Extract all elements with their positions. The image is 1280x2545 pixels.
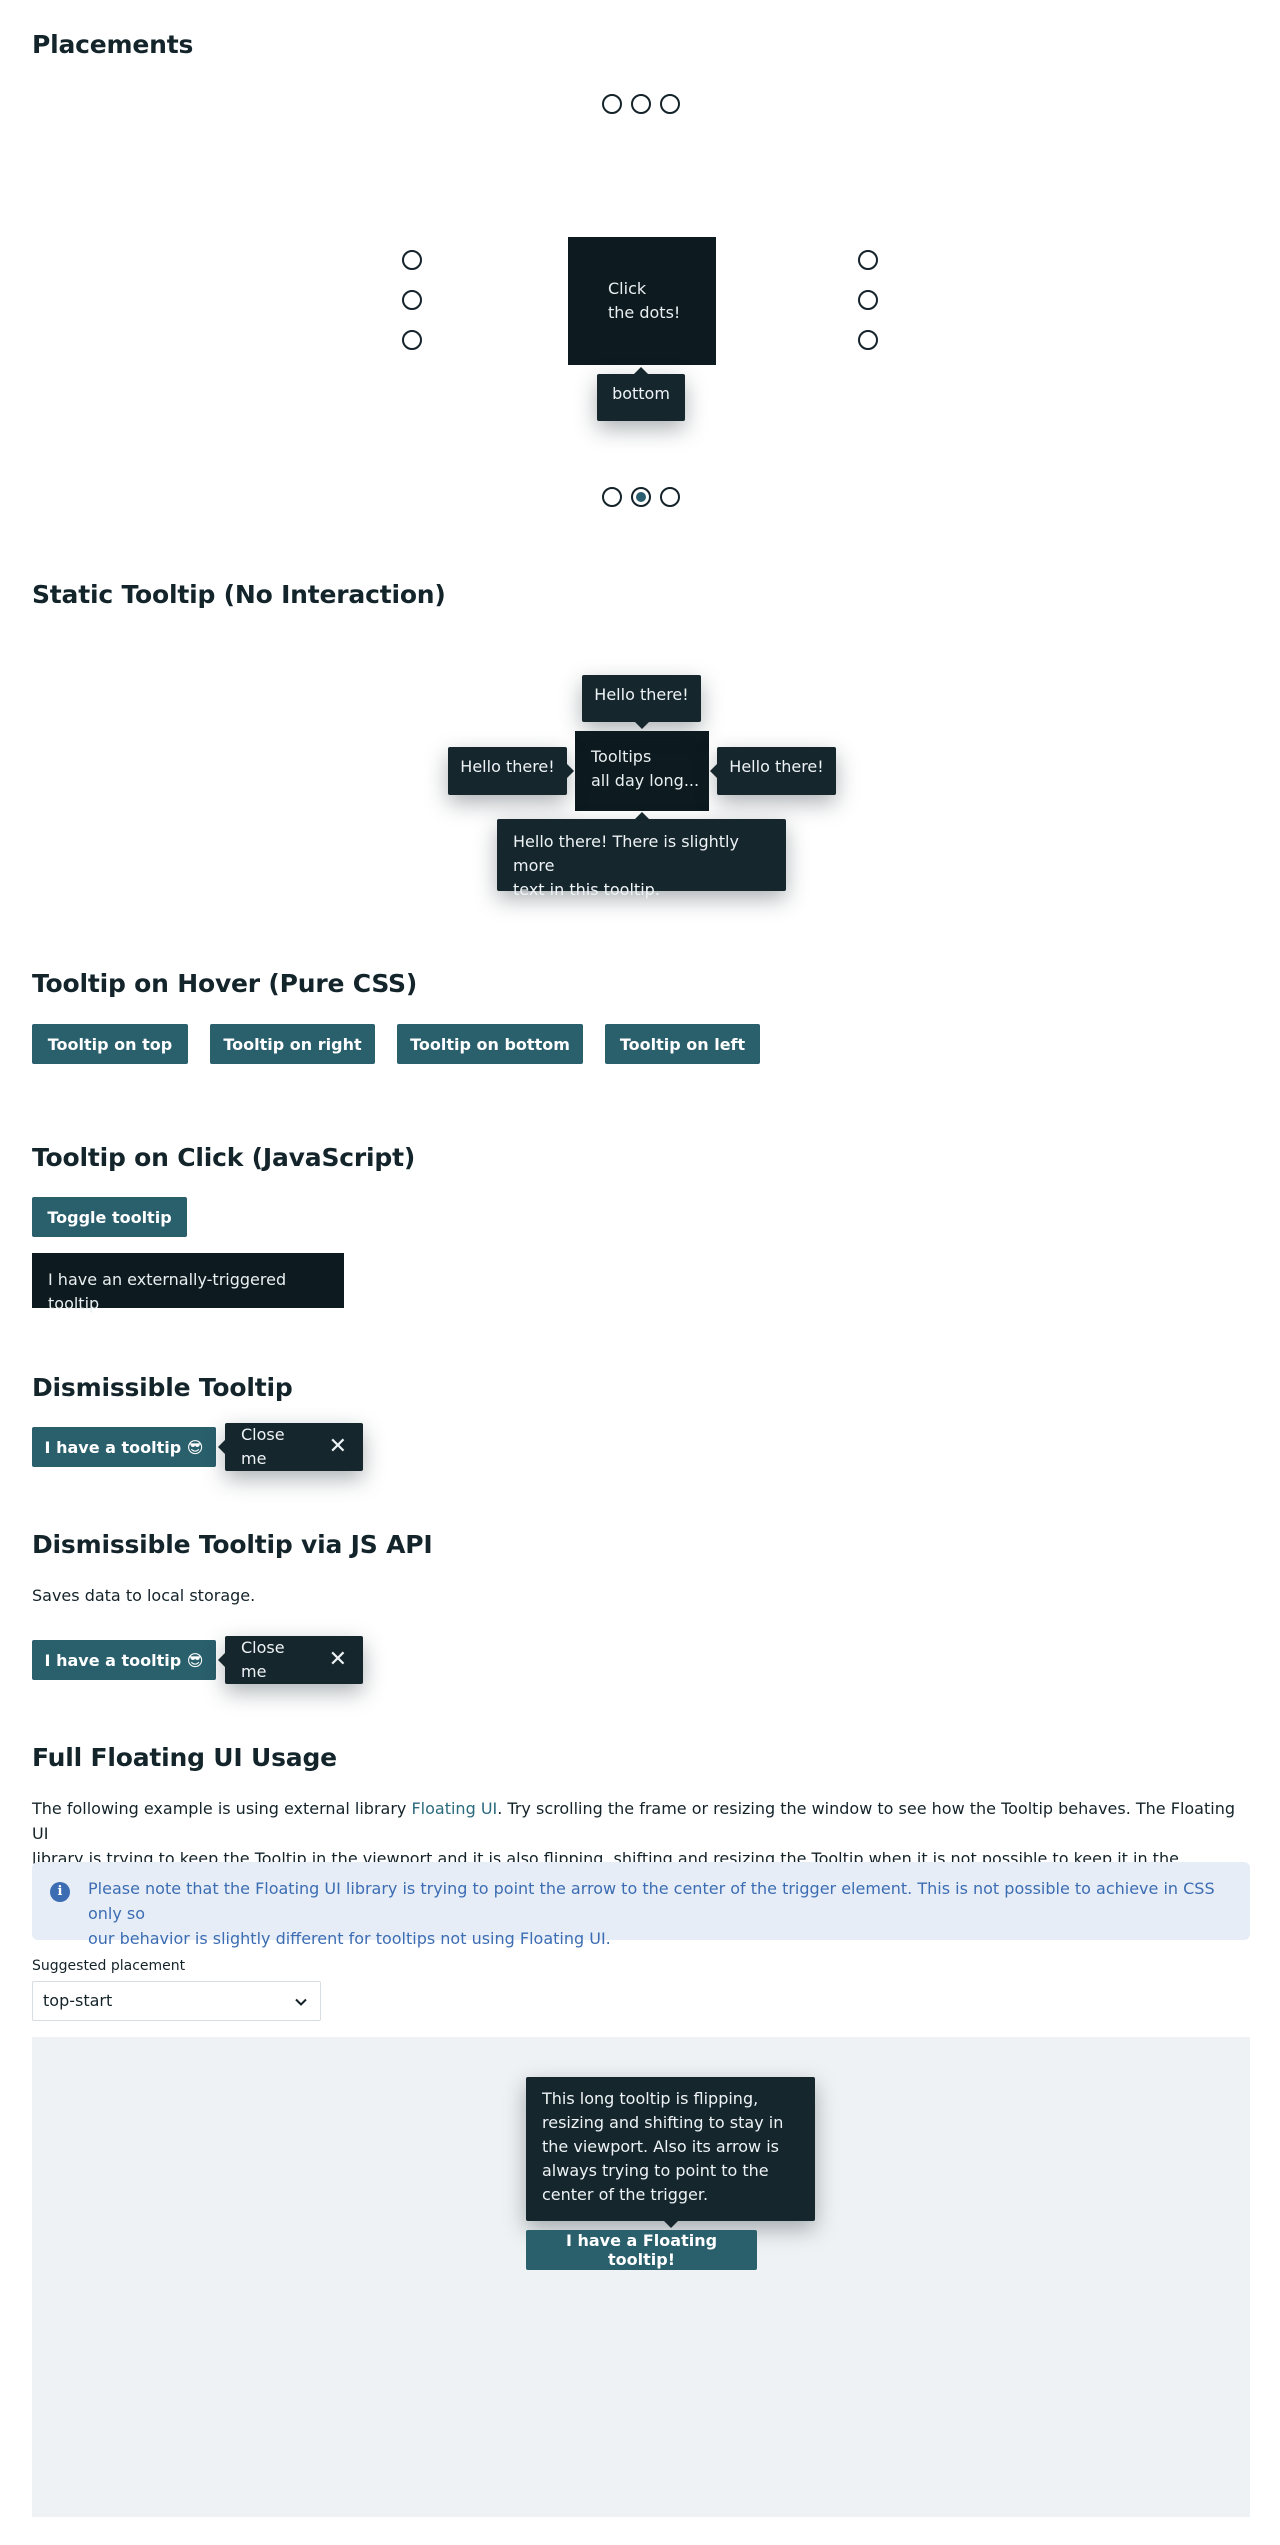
dismissible-js-trigger-button[interactable]: I have a tooltip 😎: [32, 1640, 216, 1680]
tooltip-top-button[interactable]: Tooltip on top: [32, 1024, 188, 1064]
dismissible-tooltip-text: Close me: [241, 1425, 285, 1468]
placements-tooltip: bottom: [597, 367, 685, 421]
radio-bottom-start[interactable]: [602, 487, 622, 507]
static-tooltip-right: Hello there!: [710, 747, 836, 795]
tooltip-arrow-icon: [634, 722, 649, 736]
tooltip-arrow-icon: [634, 805, 649, 819]
external-tooltip: I have an externally-triggered tooltip: [32, 1253, 344, 1313]
info-note-line1: Please note that the Floating UI library…: [88, 1879, 1215, 1923]
tooltip-left-button[interactable]: Tooltip on left: [605, 1024, 760, 1064]
section-title-dismissible: Dismissible Tooltip: [32, 1373, 293, 1402]
tooltip-arrow-icon: [211, 1653, 225, 1667]
radio-right-end[interactable]: [858, 330, 878, 350]
tooltip-arrow-icon: [703, 764, 717, 778]
radio-top-start[interactable]: [602, 94, 622, 114]
placements-trigger-box: Click the dots!: [568, 237, 716, 365]
placements-trigger-line2: the dots!: [608, 303, 681, 322]
section-title-floating: Full Floating UI Usage: [32, 1743, 337, 1772]
section-title-click: Tooltip on Click (JavaScript): [32, 1143, 416, 1172]
tooltip-arrow-icon: [567, 764, 581, 778]
placement-select[interactable]: top-start: [32, 1981, 321, 2021]
floating-ui-link[interactable]: Floating UI: [411, 1799, 497, 1818]
floating-tooltip-line: always trying to point to the: [542, 2161, 769, 2180]
static-trigger-line1: Tooltips: [591, 747, 652, 766]
static-tooltip-right-text: Hello there!: [729, 757, 824, 776]
floating-tooltip-line: center of the trigger.: [542, 2185, 709, 2204]
info-note: i Please note that the Floating UI libra…: [32, 1862, 1250, 1948]
floating-tooltip-line: resizing and shifting to stay in: [542, 2113, 784, 2132]
section-title-static: Static Tooltip (No Interaction): [32, 580, 446, 609]
static-tooltip-top: Hello there!: [582, 675, 701, 729]
radio-right[interactable]: [858, 290, 878, 310]
section-title-hover: Tooltip on Hover (Pure CSS): [32, 969, 418, 998]
tooltip-arrow-icon: [634, 360, 648, 374]
radio-bottom-end[interactable]: [660, 487, 680, 507]
radio-top-end[interactable]: [660, 94, 680, 114]
static-tooltip-top-text: Hello there!: [594, 685, 689, 704]
info-note-line2: our behavior is slightly different for t…: [88, 1929, 611, 1948]
dismissible-trigger-button[interactable]: I have a tooltip 😎: [32, 1427, 216, 1467]
tooltip-bottom-button[interactable]: Tooltip on bottom: [397, 1024, 583, 1064]
static-tooltip-bottom-line2: text in this tooltip.: [513, 880, 660, 899]
tooltip-right-button[interactable]: Tooltip on right: [210, 1024, 375, 1064]
floating-tooltip: This long tooltip is flipping, resizing …: [526, 2077, 815, 2228]
radio-top[interactable]: [631, 94, 651, 114]
info-icon: i: [50, 1882, 70, 1902]
close-icon[interactable]: ✕: [329, 1436, 347, 1458]
placement-select-value: top-start: [43, 1991, 113, 2010]
radio-bottom[interactable]: [631, 487, 651, 507]
floating-trigger-button[interactable]: I have a Floating tooltip!: [526, 2230, 757, 2270]
section-title-placements: Placements: [32, 30, 194, 59]
radio-left-end[interactable]: [402, 330, 422, 350]
toggle-tooltip-button[interactable]: Toggle tooltip: [32, 1197, 187, 1237]
floating-tooltip-line: This long tooltip is flipping,: [542, 2089, 759, 2108]
select-label: Suggested placement: [32, 1958, 186, 1974]
tooltip-arrow-icon: [211, 1440, 225, 1454]
close-icon[interactable]: ✕: [329, 1649, 347, 1671]
floating-description-line1: The following example is using external …: [32, 1799, 1235, 1843]
floating-tooltip-line: the viewport. Also its arrow is: [542, 2137, 779, 2156]
radio-left[interactable]: [402, 290, 422, 310]
info-note-text: Please note that the Floating UI library…: [88, 1876, 1250, 1951]
static-trigger-box: Tooltips all day long...: [575, 731, 709, 811]
dismissible-tooltip: Close me ✕: [218, 1423, 363, 1471]
static-tooltip-left: Hello there!: [448, 747, 574, 795]
static-tooltip-bottom: Hello there! There is slightly more text…: [497, 812, 786, 899]
radio-right-start[interactable]: [858, 250, 878, 270]
dismissible-js-tooltip: Close me ✕: [218, 1636, 363, 1684]
static-tooltip-left-text: Hello there!: [460, 757, 555, 776]
static-tooltip-bottom-line1: Hello there! There is slightly more: [513, 832, 739, 875]
floating-frame[interactable]: This long tooltip is flipping, resizing …: [32, 2037, 1250, 2517]
placements-trigger-line1: Click: [608, 279, 647, 298]
placements-tooltip-text: bottom: [612, 384, 670, 403]
section-title-dismissible-js: Dismissible Tooltip via JS API: [32, 1530, 433, 1559]
radio-left-start[interactable]: [402, 250, 422, 270]
chevron-down-icon: [295, 1998, 307, 2006]
static-trigger-line2: all day long...: [591, 771, 700, 790]
dismissible-js-description: Saves data to local storage.: [32, 1586, 256, 1605]
dismissible-js-tooltip-text: Close me: [241, 1638, 285, 1681]
